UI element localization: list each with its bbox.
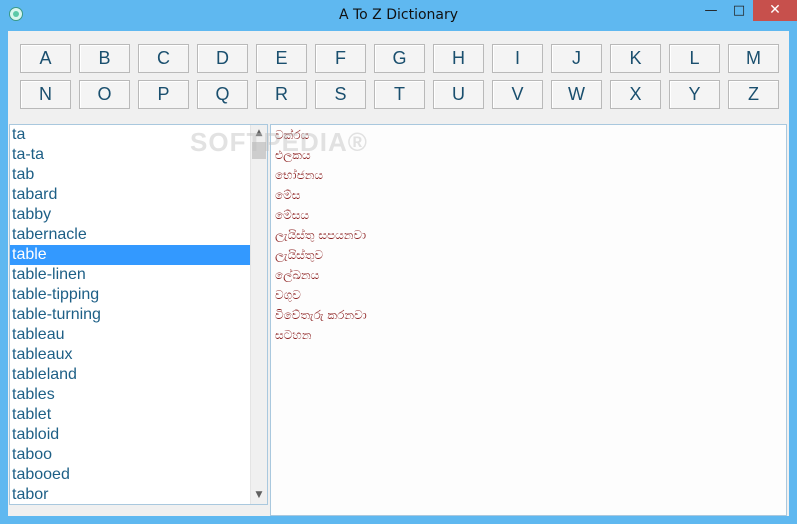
word-list-item[interactable]: tables bbox=[10, 385, 250, 405]
letter-button-k[interactable]: K bbox=[610, 44, 661, 73]
word-list-item[interactable]: tabernacle bbox=[10, 225, 250, 245]
meaning-item: ලැයිස්තුව bbox=[275, 248, 324, 262]
scroll-down-arrow-icon[interactable]: ▼ bbox=[251, 487, 267, 504]
letter-button-b[interactable]: B bbox=[79, 44, 130, 73]
word-list-item[interactable]: tabloid bbox=[10, 425, 250, 445]
word-list-item[interactable]: tablet bbox=[10, 405, 250, 425]
minimize-button[interactable]: — bbox=[697, 0, 725, 21]
maximize-button[interactable]: □ bbox=[725, 0, 753, 21]
word-list-item[interactable]: taboo bbox=[10, 445, 250, 465]
letter-button-h[interactable]: H bbox=[433, 44, 484, 73]
letter-button-q[interactable]: Q bbox=[197, 80, 248, 109]
word-list-item[interactable]: tableland bbox=[10, 365, 250, 385]
word-list-item-selected[interactable]: table bbox=[10, 245, 250, 265]
letter-button-i[interactable]: I bbox=[492, 44, 543, 73]
meaning-item: එලකය bbox=[275, 148, 311, 162]
word-list-item[interactable]: tabby bbox=[10, 205, 250, 225]
letter-button-l[interactable]: L bbox=[669, 44, 720, 73]
word-list-item[interactable]: table-linen bbox=[10, 265, 250, 285]
letter-button-x[interactable]: X bbox=[610, 80, 661, 109]
letter-button-j[interactable]: J bbox=[551, 44, 602, 73]
letter-button-f[interactable]: F bbox=[315, 44, 366, 73]
meaning-item: මේස bbox=[275, 188, 301, 202]
meaning-item: මේසය bbox=[275, 208, 310, 222]
letter-button-t[interactable]: T bbox=[374, 80, 425, 109]
letter-button-s[interactable]: S bbox=[315, 80, 366, 109]
letter-button-u[interactable]: U bbox=[433, 80, 484, 109]
letter-button-c[interactable]: C bbox=[138, 44, 189, 73]
word-list-item[interactable]: tabard bbox=[10, 185, 250, 205]
meaning-item: සටහන bbox=[275, 328, 312, 342]
app-window: A To Z Dictionary — □ ✕ ABCDEFGHIJKLM NOP… bbox=[0, 0, 797, 524]
letter-button-r[interactable]: R bbox=[256, 80, 307, 109]
word-list-items: ta ta-ta tab tabard tabby tabernacle table tabl… bbox=[10, 125, 250, 504]
meaning-item: වක්රය bbox=[275, 128, 310, 142]
meaning-item: භෝජනය bbox=[275, 168, 324, 182]
letter-button-m[interactable]: M bbox=[728, 44, 779, 73]
word-list-item[interactable]: ta bbox=[10, 125, 250, 145]
title-bar[interactable]: A To Z Dictionary — □ ✕ bbox=[0, 0, 797, 30]
letter-button-v[interactable]: V bbox=[492, 80, 543, 109]
word-list[interactable]: ta ta-ta tab tabard tabby tabernacle table tabl… bbox=[9, 124, 268, 505]
letter-button-grid: ABCDEFGHIJKLM NOPQRSTUVWXYZ bbox=[8, 31, 789, 123]
word-list-scrollbar[interactable]: ▲ ▼ bbox=[250, 125, 267, 504]
word-list-item[interactable]: tabooed bbox=[10, 465, 250, 485]
letter-button-y[interactable]: Y bbox=[669, 80, 720, 109]
letter-button-p[interactable]: P bbox=[138, 80, 189, 109]
word-list-item[interactable]: table-tipping bbox=[10, 285, 250, 305]
meaning-item: වගුව bbox=[275, 288, 301, 302]
letter-button-o[interactable]: O bbox=[79, 80, 130, 109]
letter-button-a[interactable]: A bbox=[20, 44, 71, 73]
word-list-item[interactable]: tabor bbox=[10, 485, 250, 504]
letter-button-z[interactable]: Z bbox=[728, 80, 779, 109]
meaning-item: ලේඛනය bbox=[275, 268, 320, 282]
word-list-item[interactable]: tableaux bbox=[10, 345, 250, 365]
scroll-up-arrow-icon[interactable]: ▲ bbox=[251, 125, 267, 142]
letter-button-d[interactable]: D bbox=[197, 44, 248, 73]
word-list-item[interactable]: tab bbox=[10, 165, 250, 185]
meaning-item: විවේතැරු කරනවා bbox=[275, 308, 367, 322]
word-list-item[interactable]: ta-ta bbox=[10, 145, 250, 165]
close-button[interactable]: ✕ bbox=[753, 0, 797, 21]
word-list-item[interactable]: table-turning bbox=[10, 305, 250, 325]
meaning-item: ලැයිස්තු සපයනවා bbox=[275, 228, 367, 242]
letter-button-w[interactable]: W bbox=[551, 80, 602, 109]
window-title: A To Z Dictionary bbox=[338, 7, 459, 23]
letter-button-n[interactable]: N bbox=[20, 80, 71, 109]
letter-button-e[interactable]: E bbox=[256, 44, 307, 73]
meaning-panel: වක්රය එලකය භෝජනය මේස මේසය ලැයිස්තු සපයනවා ලැයි… bbox=[270, 124, 787, 516]
client-area: ABCDEFGHIJKLMNOPQRSTUVWXYZ ta ta-ta tab tab… bbox=[8, 31, 789, 516]
letter-button-g[interactable]: G bbox=[374, 44, 425, 73]
word-list-item[interactable]: tableau bbox=[10, 325, 250, 345]
scrollbar-thumb[interactable] bbox=[252, 142, 266, 159]
